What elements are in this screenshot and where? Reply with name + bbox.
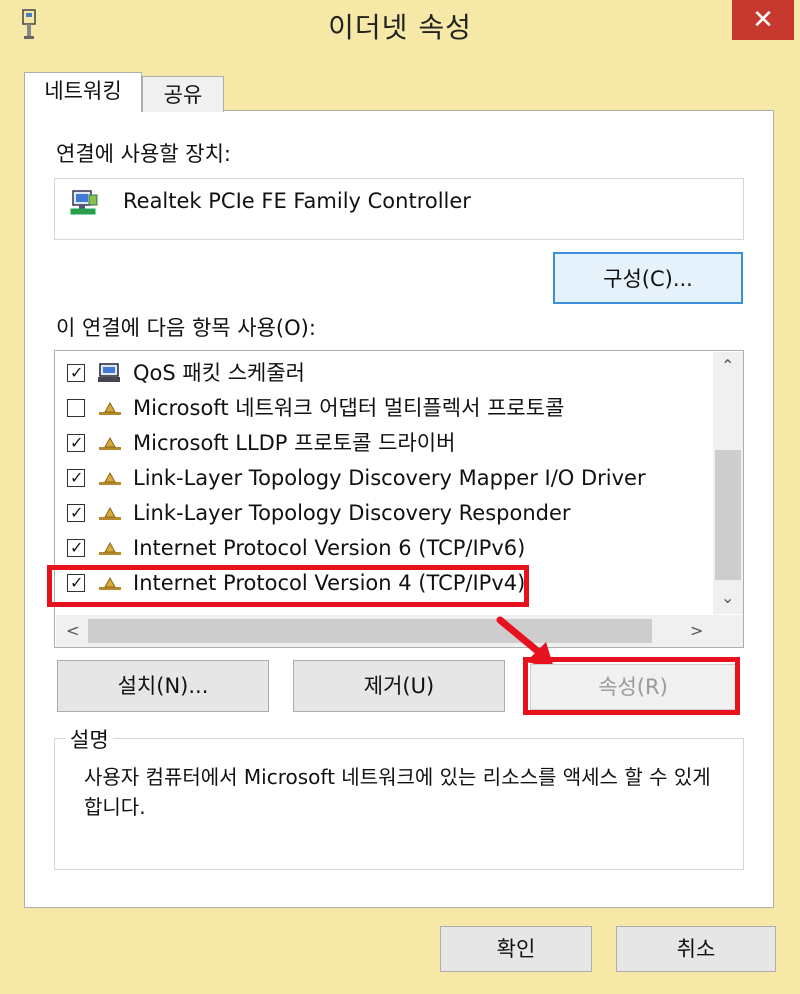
checkbox[interactable]: ✓ [67, 469, 85, 487]
tab-networking[interactable]: 네트워킹 [24, 72, 142, 112]
ok-button[interactable]: 확인 [440, 926, 592, 972]
item-label: QoS 패킷 스케줄러 [133, 361, 305, 385]
check-mark-icon: ✓ [70, 503, 84, 522]
uninstall-button[interactable]: 제거(U) [293, 660, 505, 712]
horizontal-scrollbar[interactable]: < > [56, 615, 743, 647]
check-mark-icon: ✓ [70, 538, 84, 557]
network-device-icon [70, 190, 98, 215]
check-mark-icon: ✓ [70, 363, 84, 382]
checkbox[interactable]: ✓ [67, 504, 85, 522]
vertical-scrollbar[interactable]: ⌃ ⌄ [713, 352, 743, 614]
description-title: 설명 [66, 724, 113, 754]
tab-sharing[interactable]: 공유 [142, 76, 224, 112]
item-label: Internet Protocol Version 6 (TCP/IPv6) [133, 536, 526, 560]
item-label: Link-Layer Topology Discovery Responder [133, 501, 571, 525]
checkbox[interactable] [67, 399, 85, 417]
list-item-lldp[interactable]: ✓ Microsoft LLDP 프로토콜 드라이버 [67, 426, 707, 460]
check-mark-icon: ✓ [70, 468, 84, 487]
protocol-icon [99, 436, 121, 450]
items-label: 이 연결에 다음 항목 사용(O): [56, 316, 316, 340]
scroll-right-icon[interactable]: > [690, 621, 703, 640]
cancel-button[interactable]: 취소 [616, 926, 776, 972]
device-box: Realtek PCIe FE Family Controller [54, 178, 744, 240]
checkbox[interactable]: ✓ [67, 539, 85, 557]
install-button[interactable]: 설치(N)... [57, 660, 269, 712]
protocol-icon [99, 506, 121, 520]
protocol-icon [99, 541, 121, 555]
list-item-multiplexor[interactable]: Microsoft 네트워크 어댑터 멀티플렉서 프로토콜 [67, 391, 707, 425]
connect-using-label: 연결에 사용할 장치: [56, 142, 231, 166]
check-mark-icon: ✓ [70, 433, 84, 452]
scroll-left-icon[interactable]: < [66, 621, 79, 640]
item-label: Microsoft LLDP 프로토콜 드라이버 [133, 431, 456, 455]
qos-computer-icon [98, 363, 120, 382]
protocol-icon [99, 401, 121, 415]
list-item-lltd-responder[interactable]: ✓ Link-Layer Topology Discovery Responde… [67, 496, 707, 530]
scroll-down-icon[interactable]: ⌄ [721, 588, 734, 607]
list-item-lltd-mapper[interactable]: ✓ Link-Layer Topology Discovery Mapper I… [67, 461, 707, 495]
checkbox[interactable]: ✓ [67, 434, 85, 452]
device-name: Realtek PCIe FE Family Controller [123, 189, 471, 213]
protocol-icon [99, 471, 121, 485]
scroll-up-icon[interactable]: ⌃ [721, 356, 734, 375]
list-item-ipv6[interactable]: ✓ Internet Protocol Version 6 (TCP/IPv6) [67, 531, 707, 565]
vertical-scroll-thumb[interactable] [715, 450, 741, 580]
list-item-qos[interactable]: ✓ QoS 패킷 스케줄러 [67, 356, 707, 390]
window-title: 이더넷 속성 [328, 11, 472, 44]
horizontal-scroll-thumb[interactable] [88, 619, 652, 643]
properties-highlight-box [523, 657, 740, 715]
title-bar: 이더넷 속성 ✕ [0, 0, 800, 48]
item-label: Microsoft 네트워크 어댑터 멀티플렉서 프로토콜 [133, 396, 565, 420]
ipv4-highlight-box [47, 565, 529, 607]
close-button[interactable]: ✕ [732, 0, 794, 40]
item-label: Link-Layer Topology Discovery Mapper I/O… [133, 466, 646, 490]
checkbox[interactable]: ✓ [67, 364, 85, 382]
configure-button[interactable]: 구성(C)... [553, 252, 743, 304]
description-text: 사용자 컴퓨터에서 Microsoft 네트워크에 있는 리소스를 액세스 할 … [84, 765, 711, 819]
